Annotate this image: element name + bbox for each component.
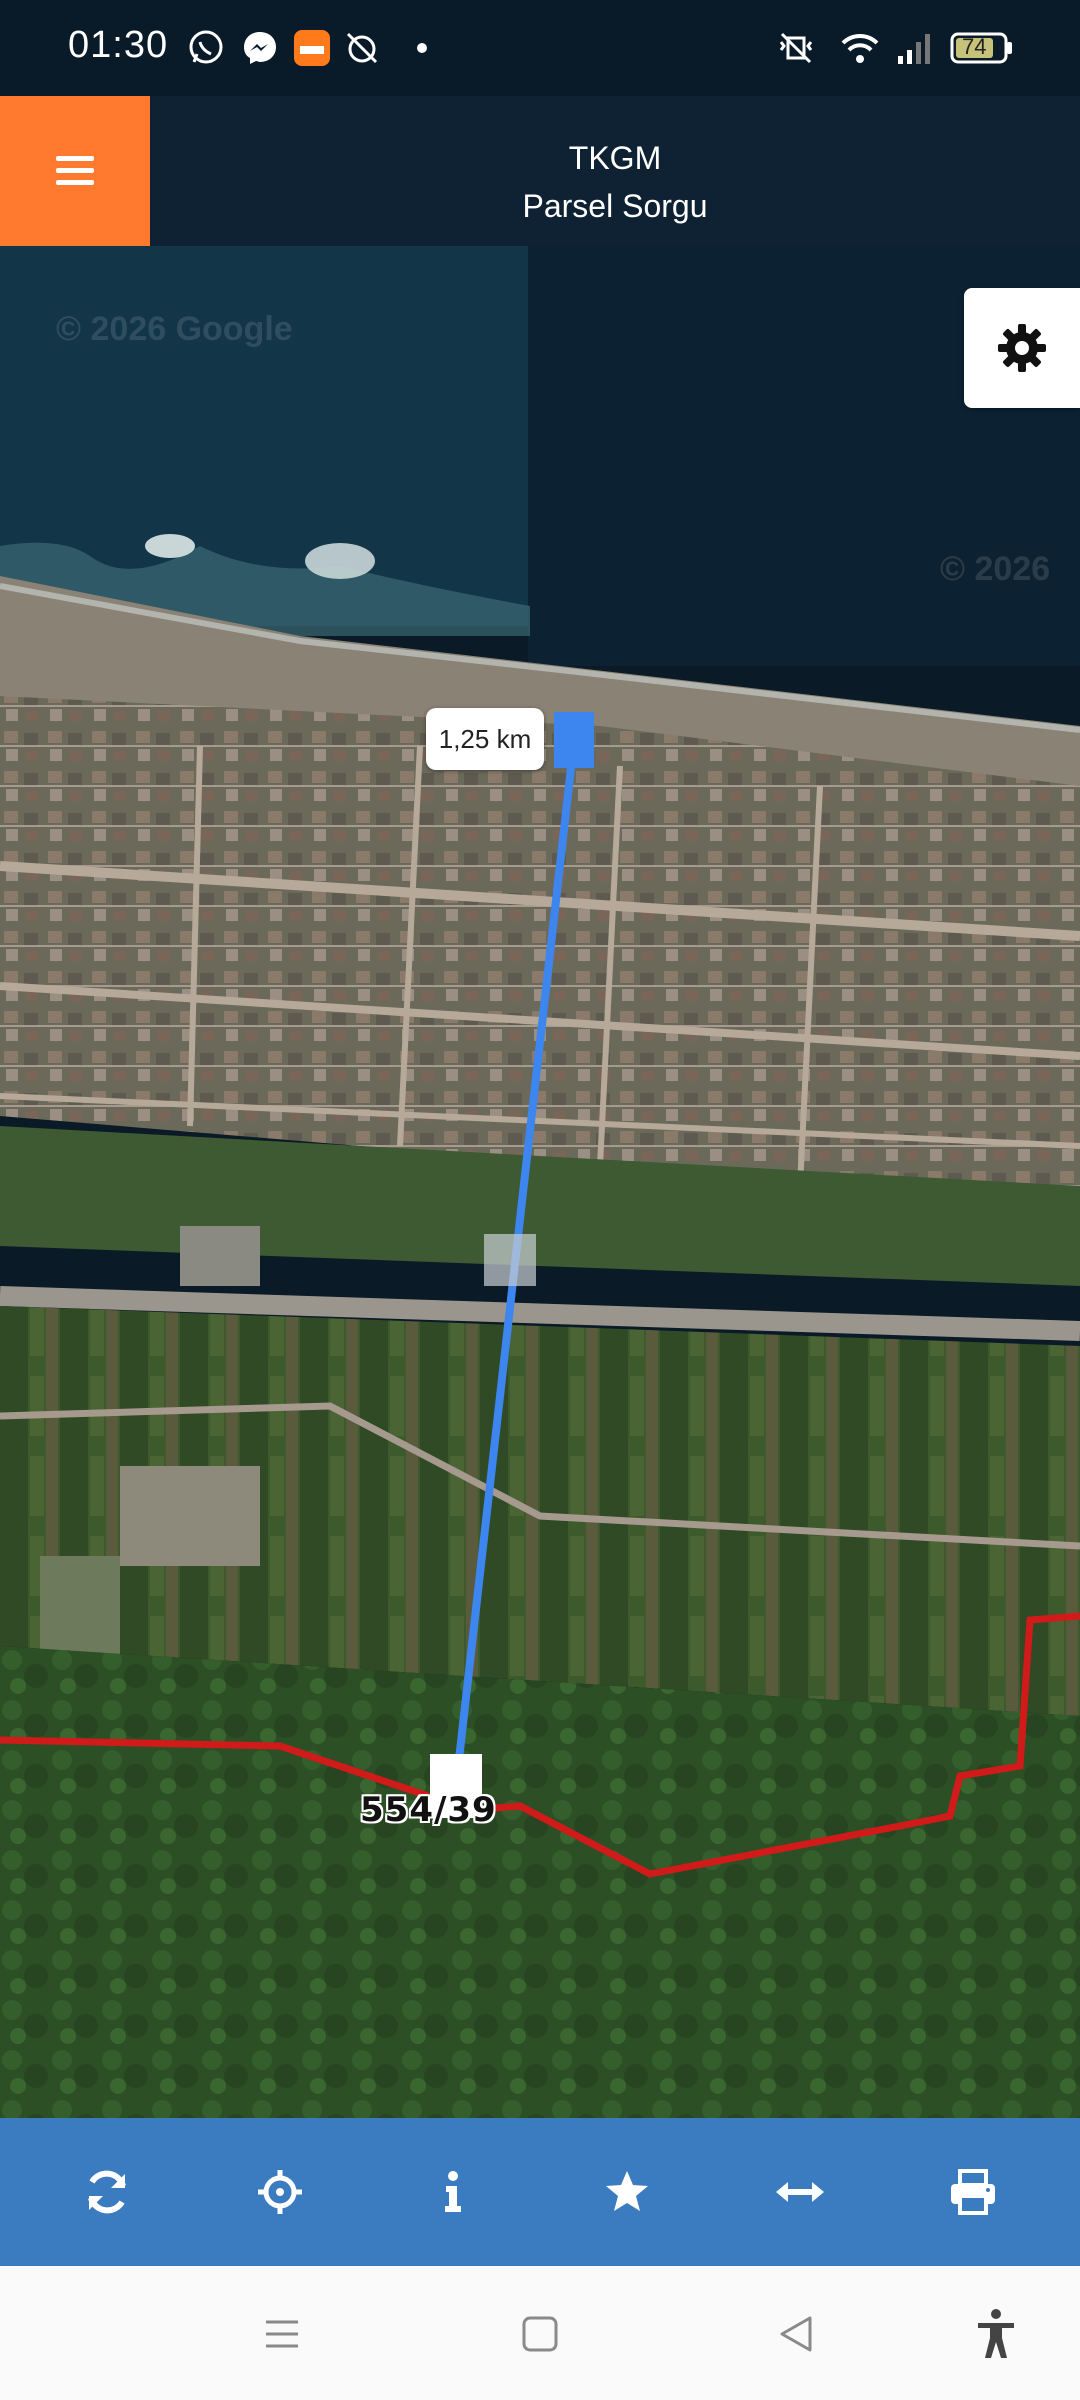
temu-icon bbox=[294, 30, 330, 66]
back-icon bbox=[780, 2316, 812, 2352]
locate-icon bbox=[257, 2170, 302, 2214]
accessibility-icon bbox=[978, 2309, 1014, 2358]
map-toolbar bbox=[0, 2118, 1080, 2266]
status-bar: 01:30 74 bbox=[0, 0, 1080, 96]
battery-icon: 74 bbox=[950, 28, 1014, 68]
back-button[interactable] bbox=[766, 2306, 826, 2362]
messenger-icon bbox=[244, 32, 276, 64]
star-icon bbox=[605, 2171, 648, 2211]
gear-icon bbox=[998, 324, 1046, 372]
info-icon bbox=[445, 2171, 462, 2212]
whatsapp-icon bbox=[189, 30, 223, 64]
status-time: 01:30 bbox=[68, 24, 169, 66]
map-view[interactable]: © 2026 Google © 2026 bbox=[0, 246, 1080, 2118]
map-watermark-right: © 2026 bbox=[940, 550, 1051, 588]
vibrate-icon bbox=[779, 32, 813, 64]
parcel-number-label: 554/39 bbox=[360, 1790, 497, 1830]
refresh-icon bbox=[87, 2170, 126, 2214]
app-header: TKGM Parsel Sorgu bbox=[0, 96, 1080, 246]
measure-button[interactable] bbox=[750, 2142, 850, 2242]
measure-icon bbox=[775, 2182, 824, 2202]
app-title-line2: Parsel Sorgu bbox=[522, 188, 708, 224]
distance-label: 1,25 km bbox=[426, 708, 544, 770]
favorite-button[interactable] bbox=[577, 2142, 677, 2242]
system-nav-bar bbox=[0, 2266, 1080, 2400]
recents-button[interactable] bbox=[252, 2306, 312, 2362]
locate-button[interactable] bbox=[230, 2142, 330, 2242]
print-icon bbox=[951, 2169, 996, 2215]
measure-end-handle[interactable] bbox=[554, 712, 594, 768]
print-button[interactable] bbox=[923, 2142, 1023, 2242]
home-icon bbox=[522, 2316, 558, 2352]
measure-mid-handle[interactable] bbox=[484, 1234, 536, 1286]
refresh-button[interactable] bbox=[57, 2142, 157, 2242]
menu-button[interactable] bbox=[0, 96, 150, 246]
alarm-off-icon bbox=[346, 32, 378, 64]
battery-level: 74 bbox=[962, 34, 987, 59]
dot-icon bbox=[417, 43, 427, 53]
wifi-icon bbox=[841, 33, 879, 63]
accessibility-button[interactable] bbox=[966, 2306, 1026, 2362]
app-title-line1: TKGM bbox=[568, 140, 662, 176]
hamburger-icon bbox=[56, 156, 94, 186]
recents-icon bbox=[266, 2320, 298, 2348]
settings-button[interactable] bbox=[964, 288, 1080, 408]
home-button[interactable] bbox=[510, 2306, 570, 2362]
signal-icon bbox=[898, 34, 930, 64]
info-button[interactable] bbox=[403, 2142, 503, 2242]
map-watermark: © 2026 Google bbox=[56, 310, 293, 348]
app-title: TKGM Parsel Sorgu bbox=[150, 134, 1080, 230]
